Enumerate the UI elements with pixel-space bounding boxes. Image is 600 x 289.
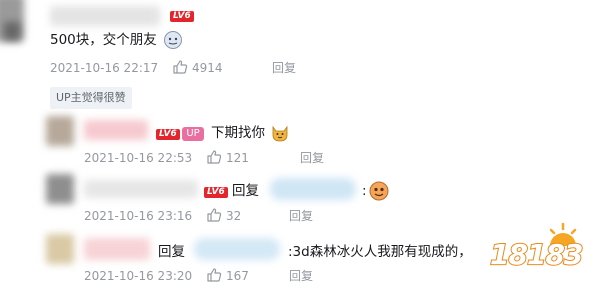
reply-time: 2021-10-16 23:20 [84, 269, 193, 283]
like-count: 32 [226, 209, 242, 223]
reply-text: :3d森林冰火人我那有现成的， [288, 244, 472, 260]
avatar [4, 22, 20, 40]
like-icon[interactable] [206, 149, 222, 165]
avatar[interactable] [46, 234, 74, 264]
like-icon[interactable] [172, 59, 188, 75]
reply-prefix: 回复 [158, 244, 185, 260]
username[interactable] [84, 120, 148, 140]
reply-prefix: 回复 [232, 183, 259, 199]
emoji-icon [369, 181, 389, 201]
watermark-logo: 18183 [486, 222, 600, 284]
like-count: 167 [226, 269, 249, 283]
avatar[interactable] [46, 174, 74, 204]
username[interactable] [84, 180, 198, 198]
like-count: 4914 [192, 61, 223, 75]
reply-target-username[interactable] [194, 238, 280, 260]
comment-time: 2021-10-16 22:17 [50, 61, 159, 75]
up-liked-tag: UP主觉得很赞 [50, 87, 132, 109]
reply-text: 下期找你 [211, 125, 265, 141]
reply-time: 2021-10-16 23:16 [84, 209, 193, 223]
up-badge: UP [182, 127, 204, 141]
reply-button[interactable]: 回复 [289, 268, 313, 284]
watermark-text: 18183 [489, 237, 584, 272]
dog-emoji-icon [272, 125, 288, 142]
level-badge: LV6 [170, 11, 194, 22]
like-icon[interactable] [206, 207, 222, 223]
reply-text: : [362, 183, 367, 199]
reply-time: 2021-10-16 22:53 [84, 151, 193, 165]
level-badge: LV6 [204, 187, 228, 198]
reply-button[interactable]: 回复 [289, 208, 313, 224]
like-icon[interactable] [206, 267, 222, 283]
level-badge: LV6 [156, 129, 180, 140]
like-count: 121 [226, 151, 249, 165]
avatar[interactable] [46, 116, 74, 146]
reply-button[interactable]: 回复 [300, 150, 324, 166]
username[interactable] [50, 6, 160, 26]
comment-text: 500块，交个朋友 [50, 32, 157, 48]
username[interactable] [84, 238, 150, 260]
reply-button[interactable]: 回复 [272, 60, 296, 76]
emoji-icon [164, 31, 182, 49]
reply-target-username[interactable] [270, 178, 356, 200]
